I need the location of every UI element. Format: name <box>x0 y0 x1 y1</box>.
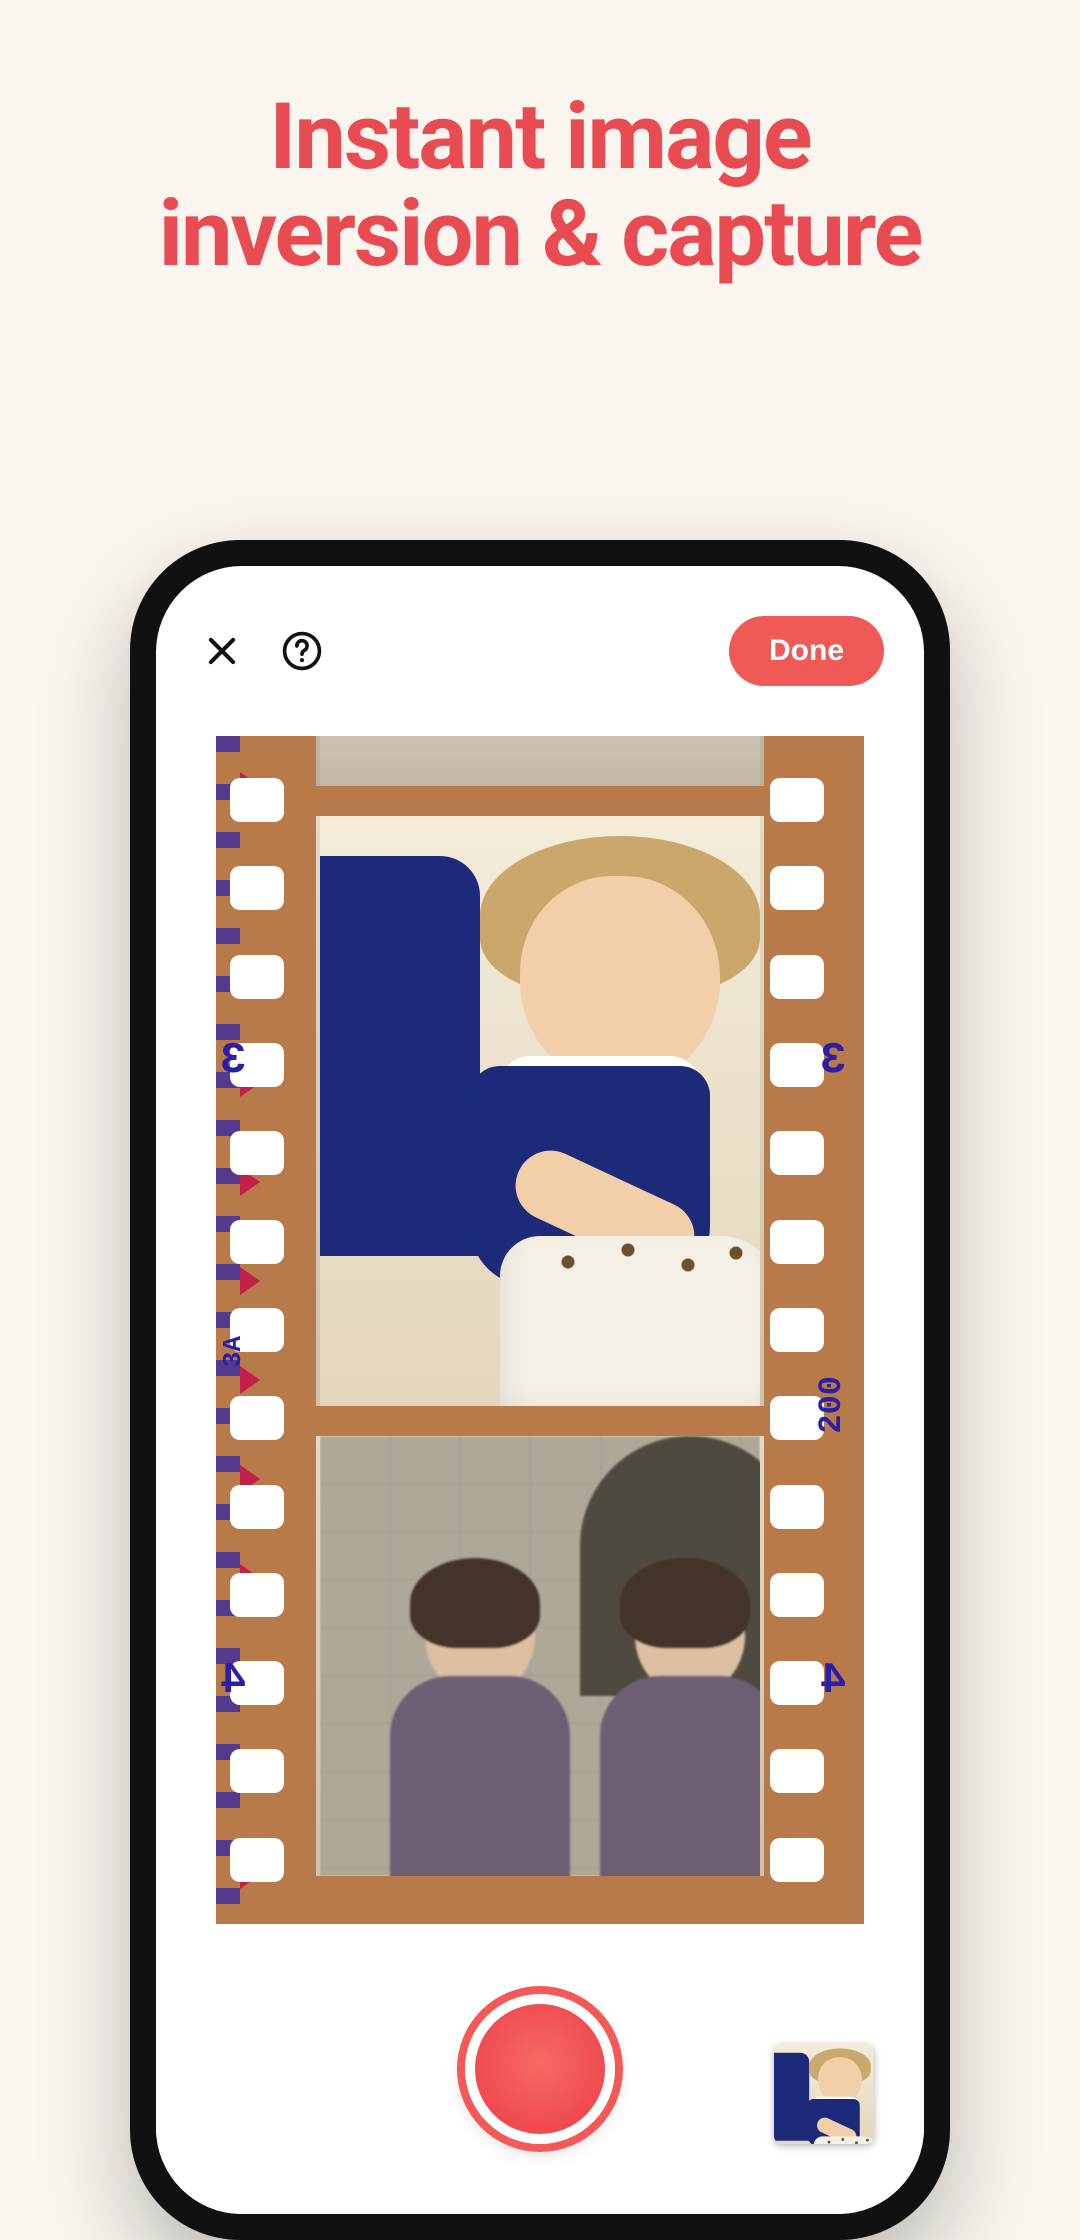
headline-line-2: inversion & capture <box>0 187 1080 284</box>
marketing-headline: Instant image inversion & capture <box>0 90 1080 283</box>
film-frame-next <box>316 1436 764 1876</box>
photo-child-with-cake <box>320 816 760 1406</box>
close-button[interactable] <box>196 625 248 677</box>
film-sprockets-left <box>230 736 310 1924</box>
close-icon <box>203 632 241 670</box>
help-icon <box>280 629 324 673</box>
capture-bar <box>156 1924 924 2214</box>
film-frame-number: 3 <box>220 1036 246 1086</box>
film-frame-number: 4 <box>220 1656 246 1706</box>
headline-line-1: Instant image <box>0 90 1080 187</box>
film-frame-number: 3 <box>820 1036 846 1086</box>
film-frame-partial-top <box>316 736 764 786</box>
shutter-button[interactable] <box>465 1994 615 2144</box>
film-frame-main <box>316 816 764 1406</box>
phone-frame: Done <box>130 540 950 2240</box>
help-button[interactable] <box>276 625 328 677</box>
phone-screen: Done <box>156 566 924 2214</box>
film-frame-number: 4 <box>820 1656 846 1706</box>
app-topbar: Done <box>156 566 924 736</box>
film-iso-marking: 200 <box>813 1376 850 1434</box>
photo-stone-wall-portrait <box>320 1436 760 1876</box>
film-sprockets-right <box>770 736 850 1924</box>
camera-viewfinder[interactable]: 3 3 4 4 200 3A <box>216 736 864 1924</box>
film-frame-marking: 3A <box>218 1336 248 1367</box>
done-button[interactable]: Done <box>729 616 884 686</box>
last-capture-thumbnail[interactable] <box>774 2044 874 2144</box>
